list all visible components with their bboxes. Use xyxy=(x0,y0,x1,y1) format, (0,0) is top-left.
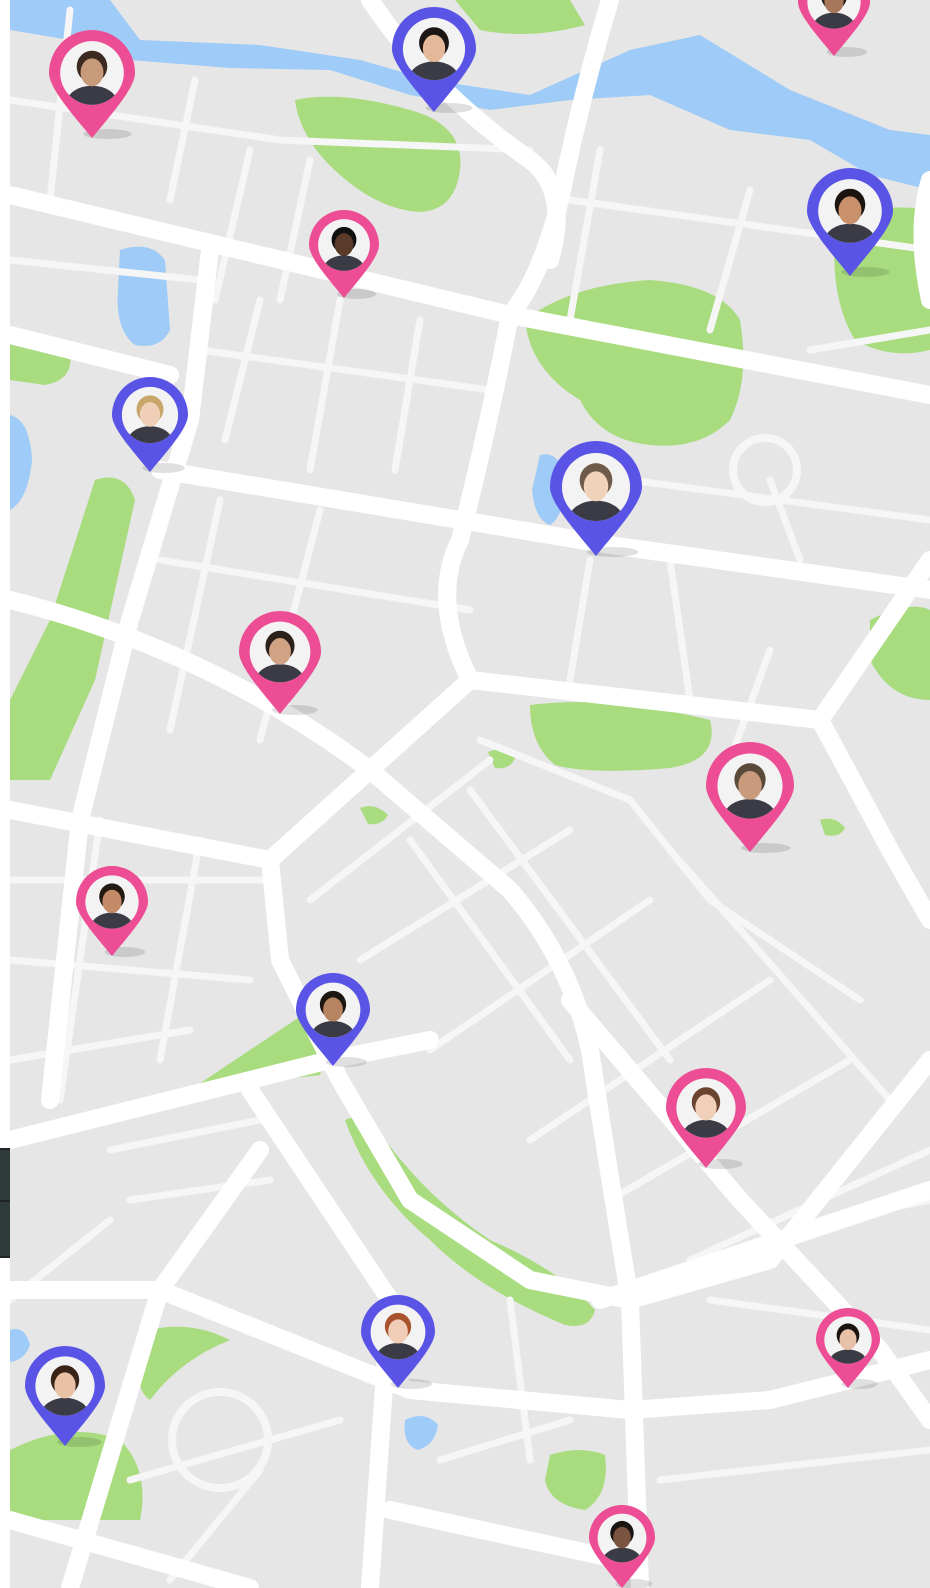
map-pin[interactable] xyxy=(666,1068,746,1169)
map-pin-marker xyxy=(666,1068,746,1169)
map-pin-marker xyxy=(76,866,148,957)
map-pin-marker xyxy=(816,1308,880,1389)
map-pin-marker xyxy=(239,610,321,715)
map-pin[interactable] xyxy=(706,742,794,853)
map-pin-marker xyxy=(112,377,188,473)
map-pin[interactable] xyxy=(49,30,135,139)
map-pin[interactable] xyxy=(392,7,476,113)
map-pin[interactable] xyxy=(816,1308,880,1389)
map-pin-marker xyxy=(309,210,379,299)
map-pin-marker xyxy=(550,441,642,557)
map-pin-marker xyxy=(589,1505,655,1588)
map-pin[interactable] xyxy=(309,210,379,299)
map-pin-marker xyxy=(798,0,870,57)
map-pin-marker xyxy=(706,742,794,853)
map-pin-marker xyxy=(296,973,370,1067)
map-pin-marker xyxy=(807,168,893,277)
map-pin-marker xyxy=(25,1346,105,1447)
map-pin[interactable] xyxy=(589,1505,655,1588)
map-pin[interactable] xyxy=(296,973,370,1067)
map-pin[interactable] xyxy=(550,441,642,557)
map-pin-marker xyxy=(49,30,135,139)
map-pin-marker xyxy=(392,7,476,113)
map-pin[interactable] xyxy=(76,866,148,957)
map-pin[interactable] xyxy=(361,1295,435,1389)
map-pin[interactable] xyxy=(807,168,893,277)
map-pin-marker xyxy=(361,1295,435,1389)
map-pin[interactable] xyxy=(239,610,321,715)
city-map[interactable] xyxy=(10,0,930,1588)
side-panel-handle[interactable] xyxy=(0,1148,10,1258)
map-pin[interactable] xyxy=(112,377,188,473)
map-pin[interactable] xyxy=(25,1346,105,1447)
map-pin[interactable] xyxy=(798,0,870,57)
